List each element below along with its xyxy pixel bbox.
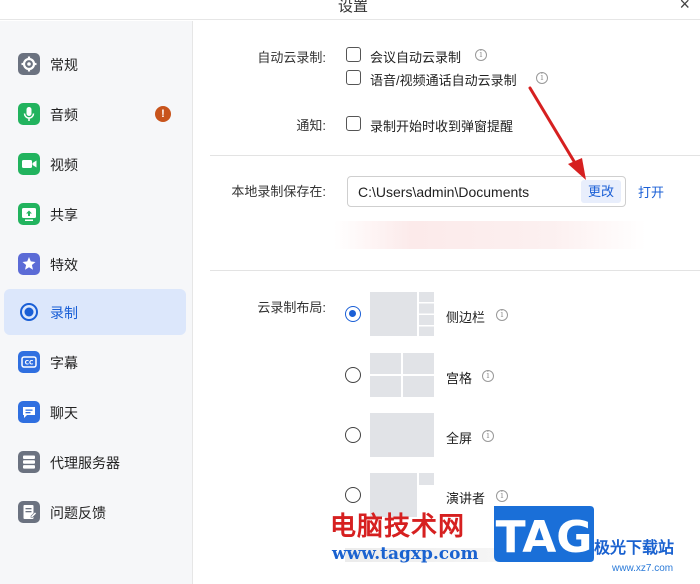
layout-fullscreen-thumbnail[interactable] <box>370 413 434 457</box>
sidebar-item-label: 视频 <box>50 157 78 173</box>
warning-badge: ! <box>155 106 171 122</box>
layout-sidebar-thumbnail[interactable] <box>370 292 434 336</box>
chat-icon <box>18 401 40 423</box>
watermark-site-url: www.xz7.com <box>612 563 674 574</box>
notify-popup-text: 录制开始时收到弹窗提醒 <box>370 119 514 134</box>
layout-fullscreen-radio[interactable] <box>345 427 361 443</box>
close-icon[interactable]: × <box>679 0 690 15</box>
watermark-site-name: 极光下载站 <box>594 540 675 557</box>
sidebar-item-recording[interactable]: 录制 <box>4 289 186 335</box>
layout-speaker-radio[interactable] <box>345 487 361 503</box>
sidebar-item-chat[interactable]: 聊天 <box>4 389 186 435</box>
sidebar-item-captions[interactable]: CC 字幕 <box>4 339 186 385</box>
info-icon[interactable]: i <box>496 309 508 321</box>
layout-sidebar-text: 侧边栏 <box>446 310 486 325</box>
notify-popup-checkbox[interactable] <box>346 116 361 131</box>
sidebar-item-label: 共享 <box>50 207 78 223</box>
section-divider <box>210 270 700 271</box>
meeting-auto-cloud-text: 会议自动云录制 <box>370 50 462 65</box>
section-divider <box>210 155 700 156</box>
microphone-icon <box>18 103 40 125</box>
sidebar-item-general[interactable]: 常规 <box>4 41 186 87</box>
sparkle-icon <box>18 253 40 275</box>
layout-fullscreen-text: 全屏 <box>446 431 473 446</box>
video-camera-icon <box>18 153 40 175</box>
settings-sidebar: 常规 音频 ! 视频 共享 特效 录制 CC 字幕 聊天 代理服务器 问题反馈 <box>0 21 193 584</box>
cloud-layout-label: 云录制布局: <box>257 300 326 315</box>
info-icon[interactable]: i <box>536 72 548 84</box>
record-icon <box>18 301 40 323</box>
layout-grid-thumbnail[interactable] <box>370 353 434 397</box>
watermark-cn-text: 电脑技术网 <box>330 512 466 542</box>
call-auto-cloud-text: 语音/视频通话自动云录制 <box>370 73 517 88</box>
sidebar-item-label: 音频 <box>50 107 78 123</box>
layout-grid-text: 宫格 <box>446 371 473 386</box>
sidebar-item-label: 聊天 <box>50 405 78 421</box>
svg-text:CC: CC <box>25 360 34 367</box>
local-path-text: C:\Users\admin\Documents <box>358 184 530 200</box>
annotation-arrow-icon <box>528 86 586 180</box>
server-icon <box>18 451 40 473</box>
gear-icon <box>18 53 40 75</box>
feedback-icon <box>18 501 40 523</box>
sidebar-item-label: 特效 <box>50 257 78 273</box>
layout-sidebar-radio[interactable] <box>345 306 361 322</box>
notify-label: 通知: <box>296 118 326 133</box>
sidebar-item-feedback[interactable]: 问题反馈 <box>4 489 186 535</box>
sidebar-item-label: 问题反馈 <box>50 505 106 521</box>
info-icon[interactable]: i <box>475 49 487 61</box>
watermark-url: www.tagxp.com <box>332 544 479 564</box>
sidebar-item-label: 字幕 <box>50 355 78 371</box>
tag-logo-icon: TAG <box>486 500 598 568</box>
sidebar-item-proxy[interactable]: 代理服务器 <box>4 439 186 485</box>
sidebar-item-label: 常规 <box>50 57 78 73</box>
sidebar-item-label: 录制 <box>50 305 78 321</box>
local-save-label: 本地录制保存在: <box>231 184 326 199</box>
sidebar-item-label: 代理服务器 <box>50 455 120 471</box>
tag-logo-text: TAG <box>496 512 593 563</box>
layout-grid-radio[interactable] <box>345 367 361 383</box>
meeting-auto-cloud-checkbox[interactable] <box>346 47 361 62</box>
recording-settings-panel: 自动云录制: 会议自动云录制 i 语音/视频通话自动云录制 i 通知: 录制开始… <box>194 21 700 584</box>
sidebar-item-effects[interactable]: 特效 <box>4 241 186 287</box>
sidebar-item-audio[interactable]: 音频 ! <box>4 91 186 137</box>
blurred-region <box>334 221 646 249</box>
call-auto-cloud-checkbox[interactable] <box>346 70 361 85</box>
sidebar-item-share[interactable]: 共享 <box>4 191 186 237</box>
screen-share-icon <box>18 203 40 225</box>
title-bar: 设置 × <box>0 0 700 20</box>
window-title: 设置 <box>338 0 369 15</box>
info-icon[interactable]: i <box>482 370 494 382</box>
auto-cloud-recording-label: 自动云录制: <box>257 50 326 65</box>
info-icon[interactable]: i <box>482 430 494 442</box>
caption-icon: CC <box>18 351 40 373</box>
layout-speaker-text: 演讲者 <box>446 491 486 506</box>
open-folder-link[interactable]: 打开 <box>638 182 664 201</box>
sidebar-item-video[interactable]: 视频 <box>4 141 186 187</box>
